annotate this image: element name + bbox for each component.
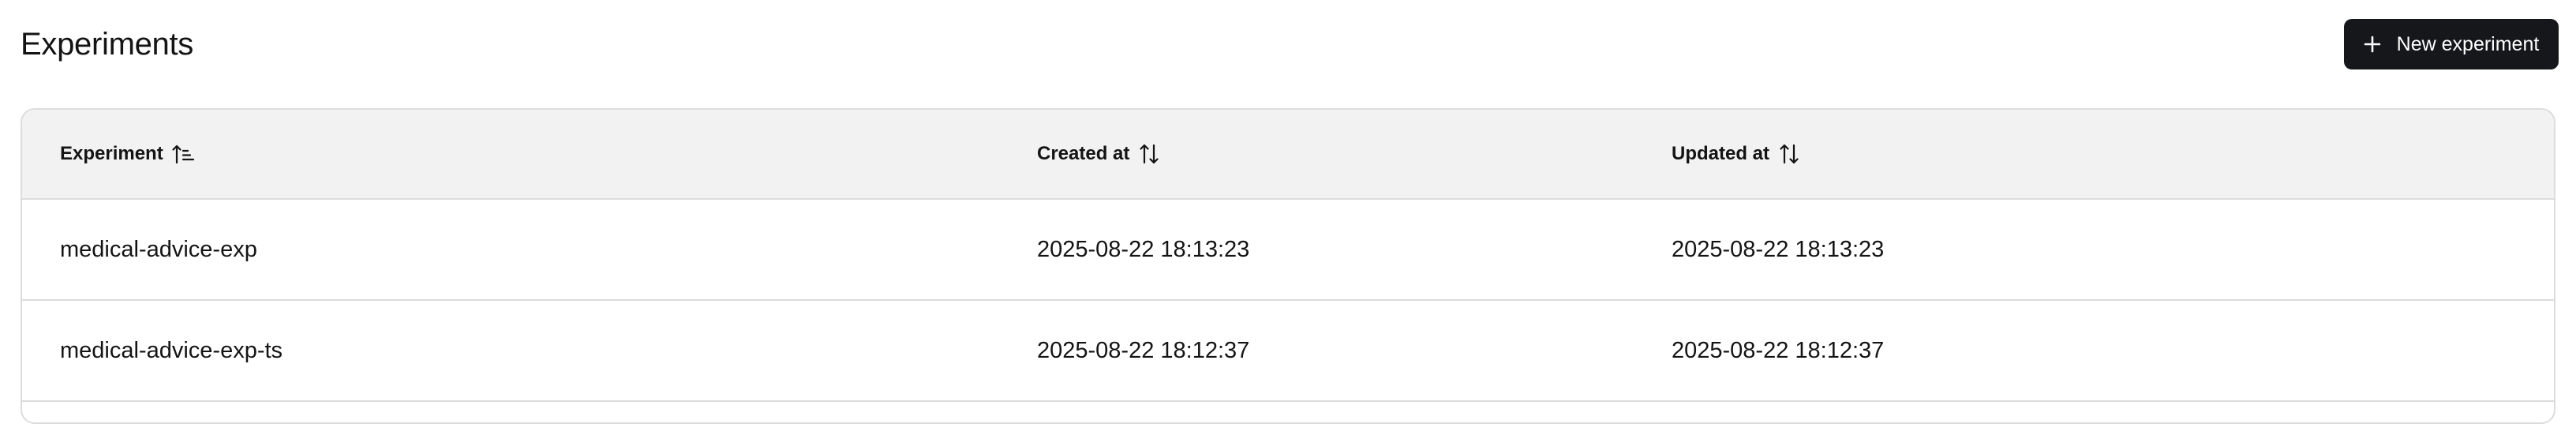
- table-row[interactable]: medical-advice-exp-ts 2025-08-22 18:12:3…: [22, 301, 2554, 402]
- experiment-name-cell[interactable]: medical-advice-exp-ts: [60, 301, 283, 400]
- page-title: Experiments: [21, 27, 194, 62]
- column-header-label: Created at: [1037, 143, 1130, 164]
- table-header: Experiment Created at Updated at: [22, 110, 2554, 200]
- new-experiment-label: New experiment: [2396, 32, 2540, 55]
- column-header-experiment[interactable]: Experiment: [60, 110, 195, 198]
- sort-arrows-icon: [1140, 144, 1159, 164]
- column-header-created-at[interactable]: Created at: [1037, 110, 1161, 198]
- plus-icon: [2364, 36, 2380, 53]
- updated-at-cell: 2025-08-22 18:13:23: [1672, 236, 1885, 262]
- column-header-label: Updated at: [1672, 143, 1770, 164]
- created-at-cell: 2025-08-22 18:12:37: [1037, 337, 1250, 363]
- table-row[interactable]: medical-advice-exp 2025-08-22 18:13:23 2…: [22, 200, 2554, 301]
- column-header-label: Experiment: [60, 143, 163, 164]
- sort-ascending-icon: [172, 144, 194, 164]
- new-experiment-button[interactable]: New experiment: [2344, 19, 2559, 69]
- experiments-table: Experiment Created at Updated at medical…: [21, 108, 2555, 424]
- column-header-updated-at[interactable]: Updated at: [1672, 110, 1801, 198]
- updated-at-cell: 2025-08-22 18:12:37: [1672, 337, 1885, 363]
- experiment-name-cell[interactable]: medical-advice-exp: [60, 200, 257, 299]
- created-at-cell: 2025-08-22 18:13:23: [1037, 236, 1250, 262]
- sort-arrows-icon: [1780, 144, 1799, 164]
